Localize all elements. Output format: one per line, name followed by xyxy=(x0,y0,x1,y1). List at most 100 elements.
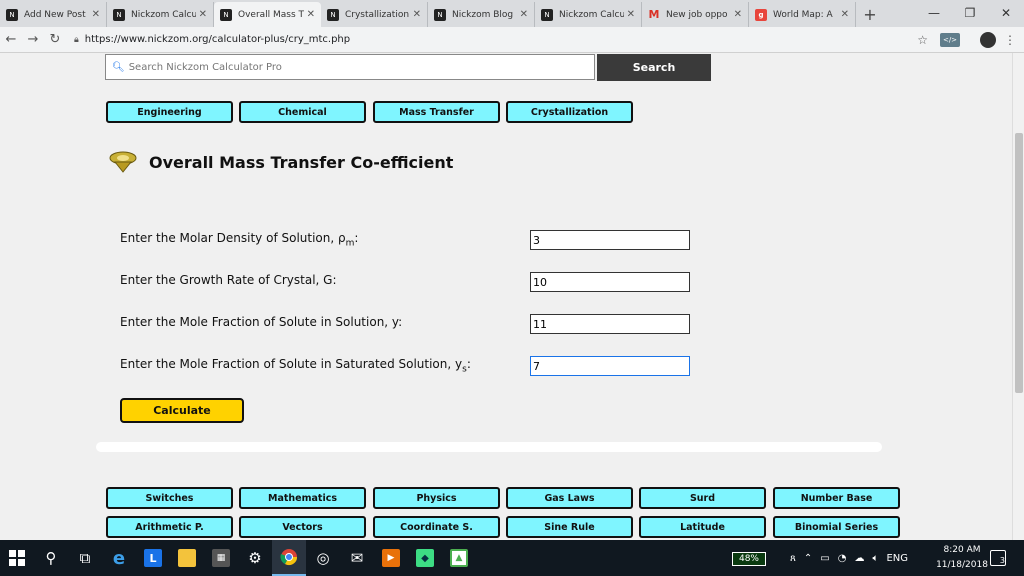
tab-label: Nickzom Calcu xyxy=(559,9,624,20)
category-vectors[interactable]: Vectors xyxy=(239,516,366,538)
back-icon[interactable]: ← xyxy=(0,32,22,47)
category-number-base[interactable]: Number Base xyxy=(773,487,900,509)
task-view-icon[interactable]: ⧉ xyxy=(68,540,102,576)
mole-fraction-input[interactable] xyxy=(530,314,690,334)
tab-5[interactable]: N Nickzom Calcu ✕ xyxy=(535,2,642,27)
search-input[interactable] xyxy=(128,61,569,73)
calculate-button[interactable]: Calculate xyxy=(120,398,244,423)
page-title: Overall Mass Transfer Co-efficient xyxy=(149,152,454,172)
app-l-icon[interactable]: L xyxy=(136,540,170,576)
browser-toolbar: ← → ↻ 🔒︎ https://www.nickzom.org/calcula… xyxy=(0,27,1024,53)
category-arithmetic-p[interactable]: Arithmetic P. xyxy=(106,516,233,538)
category-surd[interactable]: Surd xyxy=(639,487,766,509)
tab-2[interactable]: N Overall Mass T ✕ xyxy=(214,2,321,27)
wifi-icon[interactable]: ◔ xyxy=(838,553,847,564)
search-icon[interactable]: ⚲ xyxy=(34,540,68,576)
field-label: Enter the Molar Density of Solution, ρm: xyxy=(120,231,359,249)
close-icon[interactable]: ✕ xyxy=(627,9,635,20)
field-molar-density: Enter the Molar Density of Solution, ρm: xyxy=(120,230,690,250)
volume-icon[interactable]: 🔈︎ xyxy=(872,553,878,564)
clock[interactable]: 8:20 AM 11/18/2018 xyxy=(936,543,988,573)
category-physics[interactable]: Physics xyxy=(373,487,500,509)
category-mathematics[interactable]: Mathematics xyxy=(239,487,366,509)
people-icon[interactable]: ጸ xyxy=(790,553,796,564)
tab-3[interactable]: N Crystallization ✕ xyxy=(321,2,428,27)
search-icon: 🔍︎ xyxy=(112,61,125,73)
reload-icon[interactable]: ↻ xyxy=(44,32,66,47)
language-indicator[interactable]: ENG xyxy=(886,553,908,564)
file-explorer-icon[interactable] xyxy=(170,540,204,576)
edge-icon[interactable]: e xyxy=(102,540,136,576)
search-button[interactable]: Search xyxy=(597,54,711,81)
bookmark-star-icon[interactable]: ☆ xyxy=(917,33,928,47)
close-icon[interactable]: ✕ xyxy=(92,9,100,20)
category-sine-rule[interactable]: Sine Rule xyxy=(506,516,633,538)
chevron-up-icon[interactable]: ⌃ xyxy=(804,553,812,564)
calculator-icon[interactable]: ▦ xyxy=(204,540,238,576)
scrollbar-thumb[interactable] xyxy=(1015,133,1023,393)
close-icon[interactable]: ✕ xyxy=(413,9,421,20)
menu-dots-icon[interactable]: ⋮ xyxy=(1004,33,1016,47)
category-engineering[interactable]: Engineering xyxy=(106,101,233,123)
field-mole-fraction-saturated: Enter the Mole Fraction of Solute in Sat… xyxy=(120,356,690,376)
molar-density-input[interactable] xyxy=(530,230,690,250)
address-bar[interactable]: 🔒︎ https://www.nickzom.org/calculator-pl… xyxy=(74,30,936,50)
forward-icon[interactable]: → xyxy=(22,32,44,47)
android-studio-icon[interactable]: ◆ xyxy=(408,540,442,576)
page-scrollbar[interactable] xyxy=(1012,53,1024,540)
settings-gear-icon[interactable]: ⚙ xyxy=(238,540,272,576)
close-window-icon[interactable]: ✕ xyxy=(988,0,1024,26)
close-icon[interactable]: ✕ xyxy=(520,9,528,20)
category-switches[interactable]: Switches xyxy=(106,487,233,509)
tab-0[interactable]: N Add New Post ✕ xyxy=(0,2,107,27)
close-icon[interactable]: ✕ xyxy=(199,9,207,20)
mail-icon[interactable]: ✉ xyxy=(340,540,374,576)
category-mass-transfer[interactable]: Mass Transfer xyxy=(373,101,500,123)
saturated-mole-fraction-input[interactable] xyxy=(530,356,690,376)
network-icon[interactable]: ▭ xyxy=(820,553,829,564)
field-mole-fraction-solution: Enter the Mole Fraction of Solute in Sol… xyxy=(120,314,690,334)
cloud-icon[interactable]: ☁ xyxy=(854,553,864,564)
media-player-icon[interactable]: ▶ xyxy=(374,540,408,576)
field-growth-rate: Enter the Growth Rate of Crystal, G: xyxy=(120,272,690,292)
battery-indicator[interactable]: 48% xyxy=(732,552,766,566)
new-tab-button[interactable]: + xyxy=(856,2,884,27)
lock-icon: 🔒︎ xyxy=(74,34,79,45)
category-chemical[interactable]: Chemical xyxy=(239,101,366,123)
category-latitude[interactable]: Latitude xyxy=(639,516,766,538)
restore-icon[interactable]: ❐ xyxy=(952,0,988,26)
category-crystallization[interactable]: Crystallization xyxy=(506,101,633,123)
category-coordinate-s[interactable]: Coordinate S. xyxy=(373,516,500,538)
chrome-icon[interactable] xyxy=(272,540,306,576)
notification-center-icon[interactable]: 3 xyxy=(990,550,1006,566)
page-heading: Overall Mass Transfer Co-efficient xyxy=(107,150,453,174)
tab-label: Crystallization xyxy=(345,9,410,20)
tab-1[interactable]: N Nickzom Calcu ✕ xyxy=(107,2,214,27)
category-gas-laws[interactable]: Gas Laws xyxy=(506,487,633,509)
nickzom-icon: N xyxy=(113,8,125,21)
result-area xyxy=(96,442,882,452)
windows-start-icon[interactable] xyxy=(0,540,34,576)
image-editor-icon[interactable]: ▲ xyxy=(442,540,476,576)
tab-label: Add New Post xyxy=(24,9,86,20)
profile-avatar[interactable] xyxy=(980,31,996,48)
search-box[interactable]: 🔍︎ xyxy=(105,54,595,80)
field-label: Enter the Growth Rate of Crystal, G: xyxy=(120,273,337,288)
clock-date: 11/18/2018 xyxy=(936,560,988,570)
tab-strip: N Add New Post ✕ N Nickzom Calcu ✕ N Overall … xyxy=(0,0,1024,27)
url-text: https://www.nickzom.org/calculator-plus/… xyxy=(84,34,351,45)
minimize-icon[interactable]: — xyxy=(916,0,952,26)
close-icon[interactable]: ✕ xyxy=(734,9,742,20)
extension-icon[interactable]: </> xyxy=(940,32,960,47)
growth-rate-input[interactable] xyxy=(530,272,690,292)
tab-label: Nickzom Blog xyxy=(452,9,514,20)
tab-7[interactable]: g World Map: A ✕ xyxy=(749,2,856,27)
close-icon[interactable]: ✕ xyxy=(841,9,849,20)
close-icon[interactable]: ✕ xyxy=(307,9,315,20)
page-viewport: 🔍︎ Search Engineering Chemical Mass Tran… xyxy=(0,53,1012,540)
target-app-icon[interactable]: ◎ xyxy=(306,540,340,576)
tab-6[interactable]: M New job oppo ✕ xyxy=(642,2,749,27)
clock-time: 8:20 AM xyxy=(943,545,981,555)
tab-4[interactable]: N Nickzom Blog ✕ xyxy=(428,2,535,27)
category-binomial-series[interactable]: Binomial Series xyxy=(773,516,900,538)
